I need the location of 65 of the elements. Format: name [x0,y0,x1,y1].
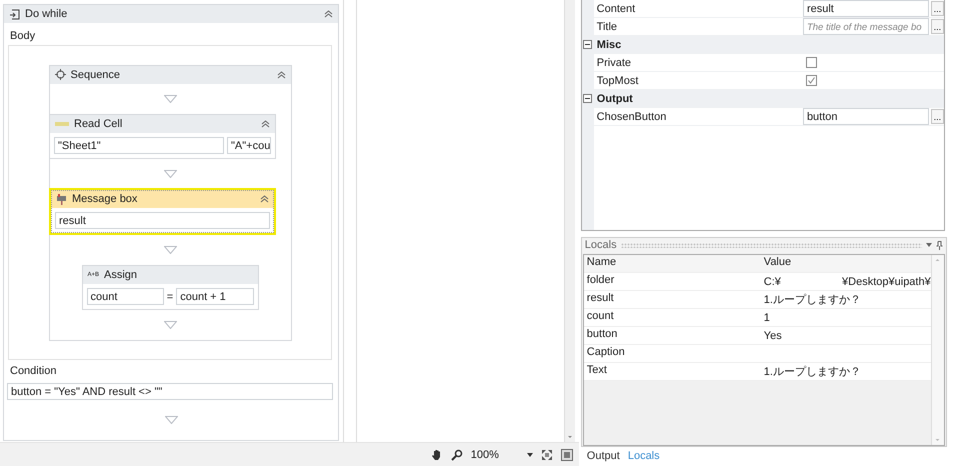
drop-target-icon [164,170,176,178]
collapse-icon[interactable] [583,40,592,49]
tab[interactable]: Output [582,448,624,464]
collapse-icon[interactable] [583,94,592,103]
activity-title: Assign [104,269,138,282]
hand-icon[interactable] [430,448,443,461]
table-cell-text: result [586,291,615,306]
input-field[interactable]: result [55,212,270,230]
checkbox[interactable] [806,57,817,68]
operator-label: = [166,290,174,303]
table-cell-text: 1.ループしますか？ [762,292,862,308]
mailbox-icon [56,194,67,205]
activity-card[interactable]: Message box result [49,188,276,236]
input-field[interactable]: "Sheet1" [54,136,224,154]
fit-screen-icon[interactable] [540,448,553,461]
section-label: Condition [9,364,58,379]
browse-button[interactable]: ... [930,19,944,34]
cell-icon [55,120,69,127]
table-cell-text: folder [586,273,616,288]
column-header[interactable]: Name [584,255,761,272]
property-label: Title [596,20,618,32]
sequence-icon [54,69,66,80]
activity-title: Read Cell [74,118,124,130]
input-field[interactable]: button [802,108,929,125]
browse-button[interactable]: ... [930,109,944,124]
dropdown-icon[interactable] [526,452,533,457]
browse-button[interactable]: ... [930,1,944,16]
input-field[interactable]: count + 1 [176,288,254,306]
activity-title: Do while [25,8,68,20]
zoom-level[interactable]: 100% [470,448,519,461]
drop-target-icon [164,416,178,424]
drop-target-icon [164,246,176,254]
table-cell-text: Text [586,363,608,378]
checkbox[interactable] [806,75,817,86]
input-field[interactable]: "A"+cou [227,136,271,154]
activity-title: Message box [72,193,138,206]
pin-icon[interactable] [936,240,943,250]
column-header[interactable]: Value [760,255,931,272]
category-label: Output [596,92,634,104]
table-cell-text: Caption [586,345,626,360]
property-label: Private [596,56,632,68]
category-label: Misc [596,38,622,50]
section-label: Body [9,29,36,44]
table-cell-text: 1.ループしますか？ [762,364,862,380]
panel-title: Locals [584,239,617,251]
table-cell-text: C:¥ ¥Desktop¥uipath¥ [762,275,931,290]
table-cell-text: Yes [762,329,783,344]
property-label: ChosenButton [596,110,668,122]
drop-target-icon [164,94,176,103]
overview-icon[interactable] [560,448,573,461]
drop-target-icon [164,321,176,330]
table-cell-text: 1 [762,311,771,326]
table-cell-text: button [586,327,618,342]
dropdown-icon[interactable] [926,243,932,247]
table-cell-text: count [586,309,615,324]
condition-field[interactable]: button = "Yes" AND result <> "" [7,383,333,400]
activity-card[interactable]: Read Cell "Sheet1" "A"+cou [49,114,276,159]
search-icon[interactable] [450,448,463,461]
property-label: TopMost [596,74,640,86]
input-field[interactable]: count [86,288,164,306]
loop-icon [9,8,20,20]
input-field[interactable]: The title of the message bo [802,18,929,35]
input-field[interactable]: result [802,0,929,17]
activity-title: Sequence [70,68,122,81]
property-label: Content [596,2,636,14]
